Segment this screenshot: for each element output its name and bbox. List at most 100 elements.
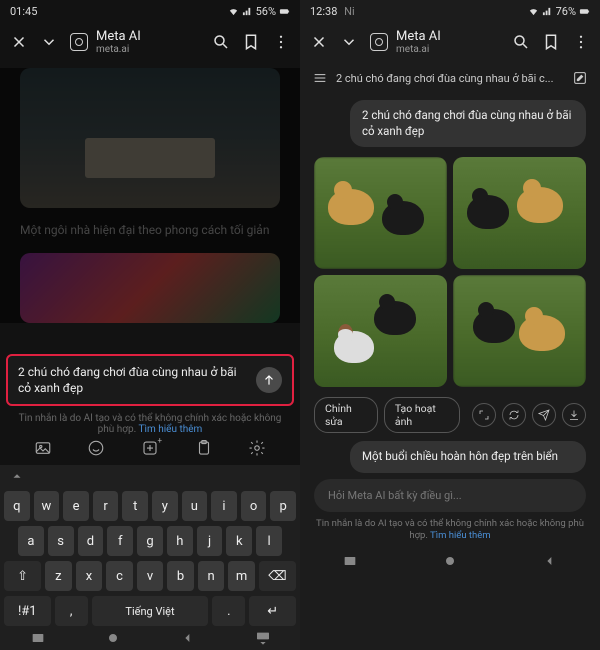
refresh-icon[interactable] xyxy=(502,403,526,427)
key-e[interactable]: e xyxy=(63,491,89,521)
key-j[interactable]: j xyxy=(197,526,223,556)
key-w[interactable]: w xyxy=(34,491,60,521)
download-icon[interactable] xyxy=(562,403,586,427)
status-time: 01:45 xyxy=(10,5,37,18)
user-message-2: Một buổi chiều hoàn hôn đẹp trên biển xyxy=(350,441,586,473)
chevron-down-icon[interactable] xyxy=(40,33,58,51)
nav-back-icon[interactable] xyxy=(180,630,196,646)
edit-button[interactable]: Chỉnh sửa xyxy=(314,397,378,433)
key-q[interactable]: q xyxy=(4,491,30,521)
search-icon[interactable] xyxy=(512,33,530,51)
key-i[interactable]: i xyxy=(211,491,237,521)
bookmark-icon[interactable] xyxy=(242,33,260,51)
key-↵[interactable]: ↵ xyxy=(249,596,296,626)
emoji-icon[interactable] xyxy=(87,439,105,461)
ai-disclaimer: Tin nhắn là do AI tạo và có thể không ch… xyxy=(300,516,600,549)
key-,[interactable]: , xyxy=(55,596,88,626)
expand-icon[interactable] xyxy=(472,403,496,427)
key-g[interactable]: g xyxy=(137,526,163,556)
key-f[interactable]: f xyxy=(107,526,133,556)
generated-image-toy[interactable] xyxy=(20,253,280,323)
search-icon[interactable] xyxy=(212,33,230,51)
app-title[interactable]: Meta AI meta.ai xyxy=(70,29,200,55)
nav-recent-icon[interactable] xyxy=(30,630,46,646)
key-t[interactable]: t xyxy=(122,491,148,521)
key-d[interactable]: d xyxy=(78,526,104,556)
nav-home-icon[interactable] xyxy=(442,553,458,569)
key-s[interactable]: s xyxy=(48,526,74,556)
key-o[interactable]: o xyxy=(241,491,267,521)
key-v[interactable]: v xyxy=(137,561,164,591)
text-generate-icon[interactable]: + xyxy=(141,439,159,461)
nav-recent-icon[interactable] xyxy=(342,553,358,569)
generated-image-2[interactable] xyxy=(453,157,586,269)
key-!#1[interactable]: !#1 xyxy=(4,596,51,626)
bookmark-icon[interactable] xyxy=(542,33,560,51)
content-area: Một ngôi nhà hiện đại theo phong cách tố… xyxy=(0,68,300,323)
menu-icon[interactable] xyxy=(312,70,328,86)
nav-back-icon[interactable] xyxy=(542,553,558,569)
key-⌫[interactable]: ⌫ xyxy=(259,561,296,591)
status-bar: 12:38 Ni 76% xyxy=(300,0,600,22)
system-nav xyxy=(300,548,600,574)
learn-more-link[interactable]: Tìm hiểu thêm xyxy=(139,424,203,435)
keyboard[interactable]: qwertyuiop asdfghjkl ⇧zxcvbnm⌫ !#1,Tiếng… xyxy=(0,465,300,650)
key-k[interactable]: k xyxy=(226,526,252,556)
generated-image-1[interactable] xyxy=(314,157,447,269)
send-button[interactable] xyxy=(256,367,282,393)
signal-icon xyxy=(542,6,553,17)
close-icon[interactable] xyxy=(310,33,328,51)
key-y[interactable]: y xyxy=(152,491,178,521)
key-z[interactable]: z xyxy=(45,561,72,591)
message-input[interactable]: 2 chú chó đang chơi đùa cùng nhau ở bãi … xyxy=(6,354,294,406)
compose-icon[interactable] xyxy=(572,70,588,86)
generated-image-room[interactable] xyxy=(20,68,280,208)
app-title-text: Meta AI xyxy=(96,29,141,44)
gear-icon[interactable] xyxy=(248,439,266,461)
input-toolbar: + xyxy=(0,435,300,465)
expand-icon[interactable] xyxy=(10,469,24,483)
generated-image-3[interactable] xyxy=(314,275,447,387)
clipboard-icon[interactable] xyxy=(195,439,213,461)
status-bar: 01:45 56% xyxy=(0,0,300,22)
key-⇧[interactable]: ⇧ xyxy=(4,561,41,591)
key-u[interactable]: u xyxy=(182,491,208,521)
message-input-text[interactable]: 2 chú chó đang chơi đùa cùng nhau ở bãi … xyxy=(18,364,248,396)
battery-text: 76% xyxy=(556,5,576,18)
generated-image-4[interactable] xyxy=(453,275,586,387)
message-input[interactable]: Hỏi Meta AI bất kỳ điều gì... xyxy=(314,479,586,512)
key-c[interactable]: c xyxy=(106,561,133,591)
image-icon[interactable] xyxy=(34,439,52,461)
close-icon[interactable] xyxy=(10,33,28,51)
ai-logo-icon xyxy=(370,33,388,51)
share-icon[interactable] xyxy=(532,403,556,427)
key-x[interactable]: x xyxy=(76,561,103,591)
keyboard-hide-icon[interactable] xyxy=(255,630,271,646)
key-n[interactable]: n xyxy=(198,561,225,591)
key-r[interactable]: r xyxy=(93,491,119,521)
app-bar: Meta AI meta.ai xyxy=(0,22,300,62)
chevron-down-icon[interactable] xyxy=(340,33,358,51)
learn-more-link[interactable]: Tìm hiểu thêm xyxy=(430,530,491,541)
key-a[interactable]: a xyxy=(18,526,44,556)
prompt-chip[interactable]: 2 chú chó đang chơi đùa cùng nhau ở bãi … xyxy=(336,72,564,85)
signal-icon xyxy=(242,6,253,17)
more-icon[interactable] xyxy=(572,33,590,51)
nav-home-icon[interactable] xyxy=(105,630,121,646)
key-p[interactable]: p xyxy=(270,491,296,521)
more-icon[interactable] xyxy=(272,33,290,51)
key-h[interactable]: h xyxy=(167,526,193,556)
keyboard-suggestions xyxy=(0,465,300,487)
image-caption: Một ngôi nhà hiện đại theo phong cách tố… xyxy=(0,214,300,243)
app-title[interactable]: Meta AI meta.ai xyxy=(370,29,500,55)
image-actions: Chỉnh sửa Tạo hoạt ảnh xyxy=(300,391,600,439)
key-.[interactable]: . xyxy=(212,596,245,626)
key-l[interactable]: l xyxy=(256,526,282,556)
key-Tiếng Việt[interactable]: Tiếng Việt xyxy=(92,596,208,626)
status-icons: 76% xyxy=(528,5,590,18)
key-m[interactable]: m xyxy=(228,561,255,591)
battery-icon xyxy=(279,6,290,17)
ai-disclaimer: Tin nhắn là do AI tạo và có thể không ch… xyxy=(10,413,290,435)
animate-button[interactable]: Tạo hoạt ảnh xyxy=(384,397,460,433)
key-b[interactable]: b xyxy=(167,561,194,591)
